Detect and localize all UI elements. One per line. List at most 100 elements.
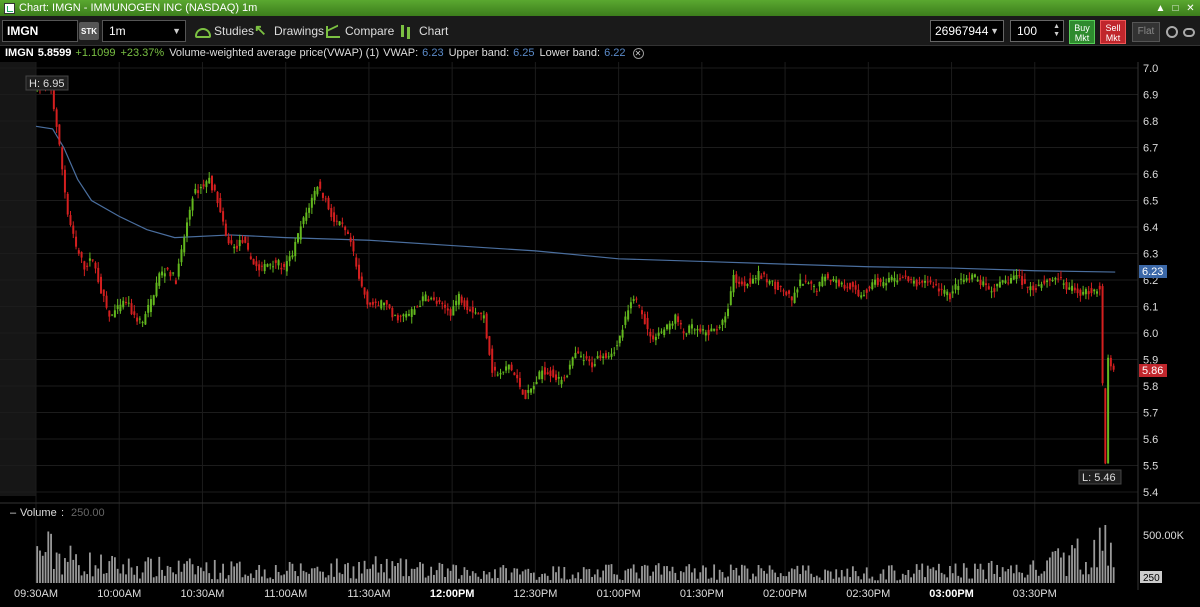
candle-body <box>477 313 480 315</box>
volume-bar <box>455 565 458 583</box>
candle-body <box>427 299 430 302</box>
candle-body <box>238 239 241 247</box>
candle-body <box>707 329 710 336</box>
volume-bar <box>1010 565 1012 583</box>
price-tick-label: 6.7 <box>1143 143 1158 155</box>
candle-body <box>1046 280 1049 283</box>
candle-body <box>194 188 197 194</box>
volume-bar <box>735 567 738 583</box>
volume-bar <box>771 569 774 583</box>
volume-bar <box>810 573 813 583</box>
time-tick-label: 10:00AM <box>97 588 141 600</box>
candle-body <box>702 329 705 331</box>
volume-bar <box>1004 571 1007 583</box>
candle-body <box>776 282 779 290</box>
volume-bar <box>177 560 180 583</box>
candle-body <box>116 305 119 309</box>
candle-body <box>946 291 949 296</box>
candle-body <box>130 303 133 315</box>
candle-body <box>405 313 408 318</box>
candle-body <box>482 315 485 319</box>
candle-body <box>199 186 202 189</box>
volume-bar <box>161 569 163 583</box>
candle-body <box>499 373 502 375</box>
volume-bar <box>458 578 460 583</box>
candle-body <box>358 264 361 279</box>
volume-bar <box>568 579 571 583</box>
candle-body <box>635 298 638 300</box>
candle-body <box>366 291 369 305</box>
volume-bar <box>1035 569 1037 583</box>
volume-bar <box>654 565 657 583</box>
candle-body <box>316 186 319 195</box>
volume-bar <box>796 565 799 583</box>
volume-bar <box>1098 527 1101 583</box>
candle-body <box>771 280 774 282</box>
volume-bar <box>943 574 946 583</box>
volume-bar <box>474 573 477 583</box>
volume-bar <box>1018 572 1021 583</box>
candle-body <box>543 367 546 375</box>
candle-body <box>521 389 524 395</box>
volume-bar <box>560 578 563 583</box>
candle-body <box>1010 278 1012 284</box>
volume-bar <box>757 565 760 583</box>
time-axis[interactable]: 09:30AM 10:00AM 10:30AM 11:00AM 11:30AM 12:00… <box>14 588 1057 600</box>
candle-body <box>641 310 644 315</box>
candle-body <box>66 193 69 215</box>
volume-bar <box>821 580 824 583</box>
candle-body <box>507 364 510 370</box>
volume-bar <box>718 569 721 583</box>
volume-bar <box>990 560 993 583</box>
volume-bar <box>394 566 396 583</box>
volume-bar <box>649 575 652 583</box>
last-tag-text: 5.86 <box>1142 365 1163 377</box>
volume-bar <box>921 563 924 583</box>
candle-body <box>346 231 349 235</box>
volume-bar <box>205 562 208 583</box>
candle-body <box>163 273 166 277</box>
price-tick-label: 6.8 <box>1143 116 1158 128</box>
volume-bar <box>299 563 302 583</box>
chart-canvas[interactable]: 7.06.96.86.76.66.56.46.36.26.16.05.95.85… <box>0 0 1200 607</box>
candle-body <box>729 291 732 306</box>
candle-body <box>854 285 857 290</box>
volume-bar <box>308 573 310 583</box>
candle-body <box>749 278 752 284</box>
candle-body <box>1001 280 1004 283</box>
volume-bar <box>213 559 216 583</box>
candle-body <box>258 264 261 271</box>
candle-body <box>416 306 419 308</box>
candle-body <box>177 263 180 277</box>
volume-bar <box>691 572 693 583</box>
candle-body <box>219 198 222 213</box>
candle-body <box>973 274 976 278</box>
volume-bar <box>696 578 699 583</box>
volume-bar <box>577 572 580 583</box>
volume-bar <box>191 564 194 583</box>
price-axis[interactable]: 7.06.96.86.76.66.56.46.36.26.16.05.95.85… <box>1143 63 1158 499</box>
volume-bar <box>885 579 888 583</box>
candle-body <box>260 265 263 267</box>
volume-bar <box>441 563 444 583</box>
price-tick-label: 6.3 <box>1143 249 1158 261</box>
volume-bar <box>141 572 144 583</box>
candle-body <box>1032 285 1035 291</box>
volume-bar <box>652 571 655 583</box>
price-tick-label: 6.5 <box>1143 196 1158 208</box>
candle-body <box>191 198 194 211</box>
candle-body <box>846 286 849 288</box>
candle-body <box>832 278 835 281</box>
volume-bar <box>879 573 882 583</box>
volume-bar <box>874 580 876 583</box>
candle-body <box>618 335 621 344</box>
volume-bar <box>297 576 299 583</box>
volume-bar <box>1007 568 1010 583</box>
time-tick-label: 11:30AM <box>347 588 390 600</box>
volume-bar <box>854 571 857 583</box>
candle-body <box>896 280 899 283</box>
volume-bar <box>105 573 108 583</box>
volume-bar <box>183 563 186 583</box>
candle-body <box>172 272 175 274</box>
candle-body <box>979 279 982 285</box>
